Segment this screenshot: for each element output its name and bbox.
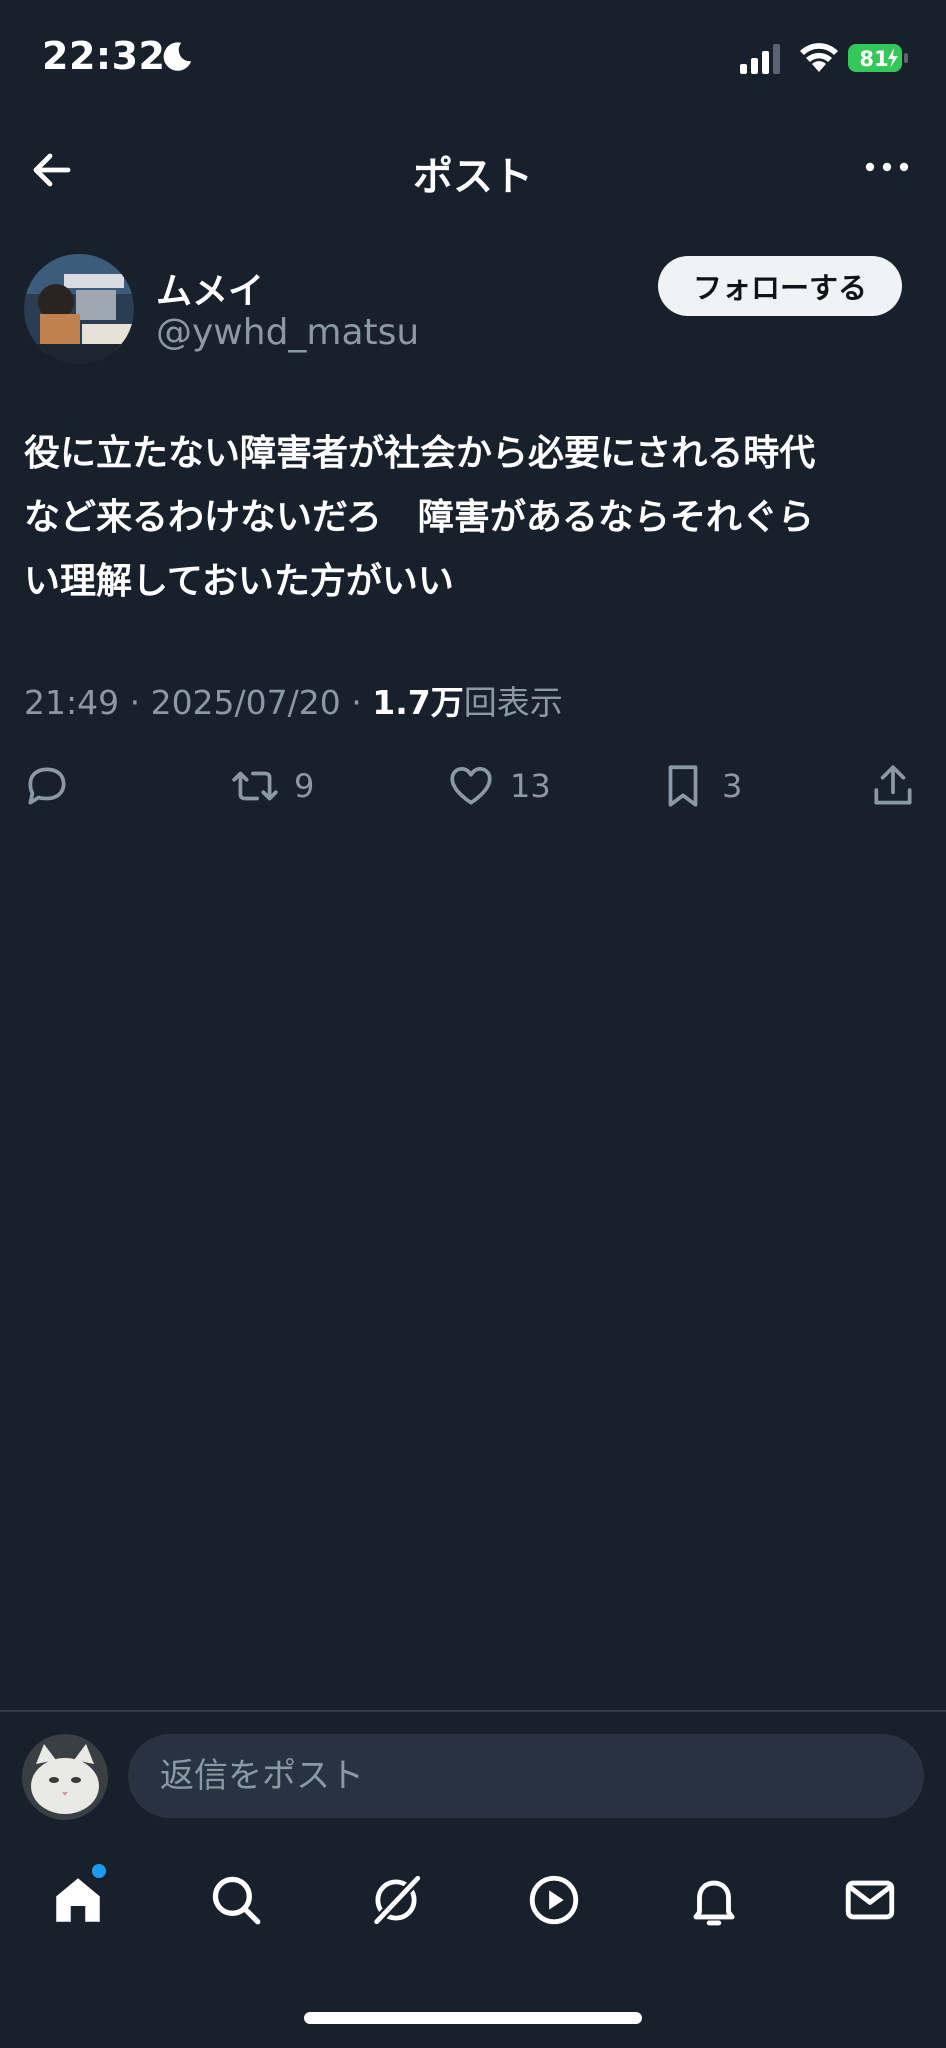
mail-icon <box>845 1880 895 1920</box>
tab-search[interactable] <box>196 1860 276 1940</box>
view-count-label[interactable]: 回表示 <box>464 683 563 722</box>
bell-icon <box>693 1880 735 1926</box>
view-count[interactable]: 1.7万 <box>372 683 463 722</box>
battery-level: 81 <box>859 47 888 71</box>
share-icon <box>874 765 912 805</box>
top-bar: ポスト <box>0 130 946 210</box>
post-actions: 9 13 3 <box>0 756 946 816</box>
bookmark-count: 3 <box>722 767 743 805</box>
status-time: 22:32 <box>42 34 166 78</box>
reply-input[interactable] <box>128 1734 924 1818</box>
like-count: 13 <box>510 767 551 805</box>
bottom-tab-bar <box>0 1860 946 1960</box>
reply-icon <box>28 767 66 805</box>
post-timestamp: 21:49 · 2025/07/20 · <box>24 683 373 722</box>
author-avatar[interactable] <box>24 254 134 364</box>
heart-icon <box>450 767 492 805</box>
play-icon <box>529 1875 579 1925</box>
notification-dot <box>92 1864 106 1878</box>
post-text: 役に立たない障害者が社会から必要にされる時代 など来るわけないだろ 障害があるな… <box>24 433 816 602</box>
page-title: ポスト <box>413 154 533 200</box>
battery-icon: 81 <box>848 44 908 72</box>
author-handle[interactable]: @ywhd_matsu <box>156 312 419 353</box>
my-avatar[interactable] <box>22 1734 108 1820</box>
reply-button[interactable] <box>22 756 72 816</box>
like-button[interactable]: 13 <box>446 756 551 816</box>
status-bar: 22:32 81 <box>0 0 946 110</box>
tab-home[interactable] <box>38 1860 118 1940</box>
tab-grok[interactable] <box>356 1860 436 1940</box>
repost-icon <box>232 771 278 801</box>
repost-button[interactable]: 9 <box>230 756 314 816</box>
tab-video[interactable] <box>514 1860 594 1940</box>
post-meta: 21:49 · 2025/07/20 · 1.7万回表示 <box>24 676 563 724</box>
divider <box>0 1710 946 1712</box>
search-icon <box>212 1876 261 1925</box>
share-button[interactable] <box>868 756 918 816</box>
tab-messages[interactable] <box>830 1860 910 1940</box>
home-indicator <box>304 2012 642 2024</box>
cellular-signal-icon <box>740 44 780 74</box>
post-detail-screen: 22:32 81 ポスト ムメイ @ywhd_matsu フォローする 役に立た… <box>0 0 946 2048</box>
moon-icon <box>163 42 192 71</box>
author-display-name[interactable]: ムメイ <box>156 262 264 314</box>
grok-icon <box>373 1874 422 1926</box>
follow-button[interactable]: フォローする <box>658 256 902 316</box>
wifi-icon <box>800 43 838 72</box>
home-icon <box>56 1878 100 1922</box>
more-options-icon[interactable] <box>862 152 912 182</box>
bookmark-icon <box>668 765 698 807</box>
tab-notifications[interactable] <box>674 1860 754 1940</box>
bookmark-button[interactable]: 3 <box>658 756 742 816</box>
repost-count: 9 <box>294 767 315 805</box>
